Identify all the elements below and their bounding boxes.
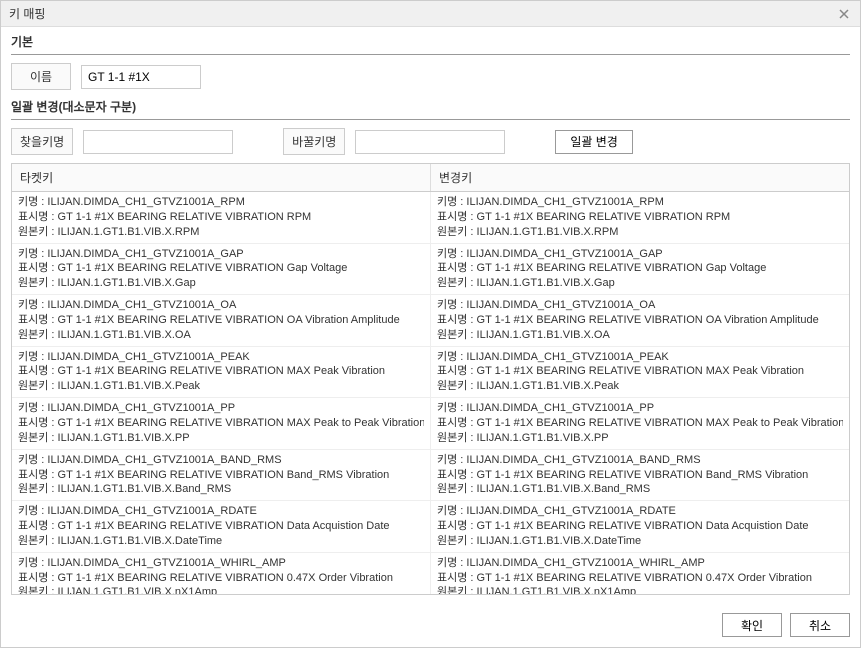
- keyname-line: 키명 : ILIJAN.DIMDA_CH1_GTVZ1001A_GAP: [437, 247, 843, 262]
- target-cell: 키명 : ILIJAN.DIMDA_CH1_GTVZ1001A_PEAK표시명 …: [12, 347, 431, 398]
- cancel-button[interactable]: 취소: [790, 613, 850, 637]
- change-cell: 키명 : ILIJAN.DIMDA_CH1_GTVZ1001A_WHIRL_AM…: [431, 553, 849, 594]
- target-cell: 키명 : ILIJAN.DIMDA_CH1_GTVZ1001A_BAND_RMS…: [12, 450, 431, 501]
- find-input[interactable]: [83, 130, 233, 154]
- origin-line: 원본키 : ILIJAN.1.GT1.B1.VIB.X.Band_RMS: [437, 482, 843, 497]
- target-cell: 키명 : ILIJAN.DIMDA_CH1_GTVZ1001A_RPM표시명 :…: [12, 192, 431, 243]
- basic-section-label: 기본: [11, 33, 850, 50]
- display-line: 표시명 : GT 1-1 #1X BEARING RELATIVE VIBRAT…: [437, 416, 843, 431]
- col-change[interactable]: 변경키: [431, 164, 849, 191]
- table-row[interactable]: 키명 : ILIJAN.DIMDA_CH1_GTVZ1001A_GAP표시명 :…: [12, 244, 849, 296]
- origin-line: 원본키 : ILIJAN.1.GT1.B1.VIB.X.Band_RMS: [18, 482, 424, 497]
- keyname-line: 키명 : ILIJAN.DIMDA_CH1_GTVZ1001A_PEAK: [18, 350, 424, 365]
- display-line: 표시명 : GT 1-1 #1X BEARING RELATIVE VIBRAT…: [437, 210, 843, 225]
- change-cell: 키명 : ILIJAN.DIMDA_CH1_GTVZ1001A_RPM표시명 :…: [431, 192, 849, 243]
- target-cell: 키명 : ILIJAN.DIMDA_CH1_GTVZ1001A_PP표시명 : …: [12, 398, 431, 449]
- close-icon[interactable]: [836, 6, 852, 22]
- target-cell: 키명 : ILIJAN.DIMDA_CH1_GTVZ1001A_WHIRL_AM…: [12, 553, 431, 594]
- table-row[interactable]: 키명 : ILIJAN.DIMDA_CH1_GTVZ1001A_WHIRL_AM…: [12, 553, 849, 594]
- display-line: 표시명 : GT 1-1 #1X BEARING RELATIVE VIBRAT…: [437, 571, 843, 586]
- target-cell: 키명 : ILIJAN.DIMDA_CH1_GTVZ1001A_GAP표시명 :…: [12, 244, 431, 295]
- display-line: 표시명 : GT 1-1 #1X BEARING RELATIVE VIBRAT…: [18, 519, 424, 534]
- replace-label: 바꿀키명: [283, 128, 345, 155]
- bulk-row: 찾을키명 바꿀키명 일괄 변경: [11, 128, 850, 155]
- name-label: 이름: [11, 63, 71, 90]
- keyname-line: 키명 : ILIJAN.DIMDA_CH1_GTVZ1001A_PP: [437, 401, 843, 416]
- origin-line: 원본키 : ILIJAN.1.GT1.B1.VIB.X.DateTime: [437, 534, 843, 549]
- table-header: 타켓키 변경키: [12, 164, 849, 192]
- keyname-line: 키명 : ILIJAN.DIMDA_CH1_GTVZ1001A_RDATE: [18, 504, 424, 519]
- keyname-line: 키명 : ILIJAN.DIMDA_CH1_GTVZ1001A_RPM: [18, 195, 424, 210]
- key-table: 타켓키 변경키 키명 : ILIJAN.DIMDA_CH1_GTVZ1001A_…: [11, 163, 850, 595]
- keyname-line: 키명 : ILIJAN.DIMDA_CH1_GTVZ1001A_WHIRL_AM…: [18, 556, 424, 571]
- key-mapping-dialog: 키 매핑 기본 이름 일괄 변경(대소문자 구분) 찾을키명 바꿀키명 일괄 변…: [0, 0, 861, 648]
- display-line: 표시명 : GT 1-1 #1X BEARING RELATIVE VIBRAT…: [18, 571, 424, 586]
- display-line: 표시명 : GT 1-1 #1X BEARING RELATIVE VIBRAT…: [18, 313, 424, 328]
- keyname-line: 키명 : ILIJAN.DIMDA_CH1_GTVZ1001A_BAND_RMS: [18, 453, 424, 468]
- display-line: 표시명 : GT 1-1 #1X BEARING RELATIVE VIBRAT…: [18, 261, 424, 276]
- keyname-line: 키명 : ILIJAN.DIMDA_CH1_GTVZ1001A_WHIRL_AM…: [437, 556, 843, 571]
- bulk-section-label: 일괄 변경(대소문자 구분): [11, 98, 850, 115]
- find-label: 찾을키명: [11, 128, 73, 155]
- origin-line: 원본키 : ILIJAN.1.GT1.B1.VIB.X.OA: [437, 328, 843, 343]
- name-input[interactable]: [81, 65, 201, 89]
- table-row[interactable]: 키명 : ILIJAN.DIMDA_CH1_GTVZ1001A_OA표시명 : …: [12, 295, 849, 347]
- bulk-change-button[interactable]: 일괄 변경: [555, 130, 633, 154]
- keyname-line: 키명 : ILIJAN.DIMDA_CH1_GTVZ1001A_OA: [18, 298, 424, 313]
- keyname-line: 키명 : ILIJAN.DIMDA_CH1_GTVZ1001A_BAND_RMS: [437, 453, 843, 468]
- keyname-line: 키명 : ILIJAN.DIMDA_CH1_GTVZ1001A_OA: [437, 298, 843, 313]
- keyname-line: 키명 : ILIJAN.DIMDA_CH1_GTVZ1001A_PEAK: [437, 350, 843, 365]
- window-title: 키 매핑: [9, 5, 45, 22]
- display-line: 표시명 : GT 1-1 #1X BEARING RELATIVE VIBRAT…: [18, 210, 424, 225]
- target-cell: 키명 : ILIJAN.DIMDA_CH1_GTVZ1001A_RDATE표시명…: [12, 501, 431, 552]
- origin-line: 원본키 : ILIJAN.1.GT1.B1.VIB.X.Peak: [437, 379, 843, 394]
- origin-line: 원본키 : ILIJAN.1.GT1.B1.VIB.X.nX1Amp: [18, 585, 424, 594]
- target-cell: 키명 : ILIJAN.DIMDA_CH1_GTVZ1001A_OA표시명 : …: [12, 295, 431, 346]
- replace-input[interactable]: [355, 130, 505, 154]
- table-row[interactable]: 키명 : ILIJAN.DIMDA_CH1_GTVZ1001A_PP표시명 : …: [12, 398, 849, 450]
- display-line: 표시명 : GT 1-1 #1X BEARING RELATIVE VIBRAT…: [437, 519, 843, 534]
- display-line: 표시명 : GT 1-1 #1X BEARING RELATIVE VIBRAT…: [437, 313, 843, 328]
- change-cell: 키명 : ILIJAN.DIMDA_CH1_GTVZ1001A_PP표시명 : …: [431, 398, 849, 449]
- change-cell: 키명 : ILIJAN.DIMDA_CH1_GTVZ1001A_RDATE표시명…: [431, 501, 849, 552]
- divider: [11, 119, 850, 120]
- keyname-line: 키명 : ILIJAN.DIMDA_CH1_GTVZ1001A_RDATE: [437, 504, 843, 519]
- change-cell: 키명 : ILIJAN.DIMDA_CH1_GTVZ1001A_OA표시명 : …: [431, 295, 849, 346]
- display-line: 표시명 : GT 1-1 #1X BEARING RELATIVE VIBRAT…: [437, 261, 843, 276]
- ok-button[interactable]: 확인: [722, 613, 782, 637]
- keyname-line: 키명 : ILIJAN.DIMDA_CH1_GTVZ1001A_PP: [18, 401, 424, 416]
- change-cell: 키명 : ILIJAN.DIMDA_CH1_GTVZ1001A_BAND_RMS…: [431, 450, 849, 501]
- name-row: 이름: [11, 63, 850, 90]
- display-line: 표시명 : GT 1-1 #1X BEARING RELATIVE VIBRAT…: [437, 364, 843, 379]
- table-body[interactable]: 키명 : ILIJAN.DIMDA_CH1_GTVZ1001A_RPM표시명 :…: [12, 192, 849, 594]
- origin-line: 원본키 : ILIJAN.1.GT1.B1.VIB.X.DateTime: [18, 534, 424, 549]
- keyname-line: 키명 : ILIJAN.DIMDA_CH1_GTVZ1001A_RPM: [437, 195, 843, 210]
- col-target[interactable]: 타켓키: [12, 164, 431, 191]
- origin-line: 원본키 : ILIJAN.1.GT1.B1.VIB.X.OA: [18, 328, 424, 343]
- table-row[interactable]: 키명 : ILIJAN.DIMDA_CH1_GTVZ1001A_RDATE표시명…: [12, 501, 849, 553]
- display-line: 표시명 : GT 1-1 #1X BEARING RELATIVE VIBRAT…: [18, 364, 424, 379]
- origin-line: 원본키 : ILIJAN.1.GT1.B1.VIB.X.Gap: [18, 276, 424, 291]
- display-line: 표시명 : GT 1-1 #1X BEARING RELATIVE VIBRAT…: [18, 468, 424, 483]
- origin-line: 원본키 : ILIJAN.1.GT1.B1.VIB.X.RPM: [437, 225, 843, 240]
- origin-line: 원본키 : ILIJAN.1.GT1.B1.VIB.X.Peak: [18, 379, 424, 394]
- display-line: 표시명 : GT 1-1 #1X BEARING RELATIVE VIBRAT…: [437, 468, 843, 483]
- titlebar: 키 매핑: [1, 1, 860, 27]
- table-row[interactable]: 키명 : ILIJAN.DIMDA_CH1_GTVZ1001A_BAND_RMS…: [12, 450, 849, 502]
- origin-line: 원본키 : ILIJAN.1.GT1.B1.VIB.X.Gap: [437, 276, 843, 291]
- dialog-footer: 확인 취소: [1, 613, 860, 647]
- origin-line: 원본키 : ILIJAN.1.GT1.B1.VIB.X.nX1Amp: [437, 585, 843, 594]
- change-cell: 키명 : ILIJAN.DIMDA_CH1_GTVZ1001A_PEAK표시명 …: [431, 347, 849, 398]
- table-row[interactable]: 키명 : ILIJAN.DIMDA_CH1_GTVZ1001A_RPM표시명 :…: [12, 192, 849, 244]
- display-line: 표시명 : GT 1-1 #1X BEARING RELATIVE VIBRAT…: [18, 416, 424, 431]
- origin-line: 원본키 : ILIJAN.1.GT1.B1.VIB.X.PP: [18, 431, 424, 446]
- table-row[interactable]: 키명 : ILIJAN.DIMDA_CH1_GTVZ1001A_PEAK표시명 …: [12, 347, 849, 399]
- keyname-line: 키명 : ILIJAN.DIMDA_CH1_GTVZ1001A_GAP: [18, 247, 424, 262]
- change-cell: 키명 : ILIJAN.DIMDA_CH1_GTVZ1001A_GAP표시명 :…: [431, 244, 849, 295]
- origin-line: 원본키 : ILIJAN.1.GT1.B1.VIB.X.RPM: [18, 225, 424, 240]
- origin-line: 원본키 : ILIJAN.1.GT1.B1.VIB.X.PP: [437, 431, 843, 446]
- divider: [11, 54, 850, 55]
